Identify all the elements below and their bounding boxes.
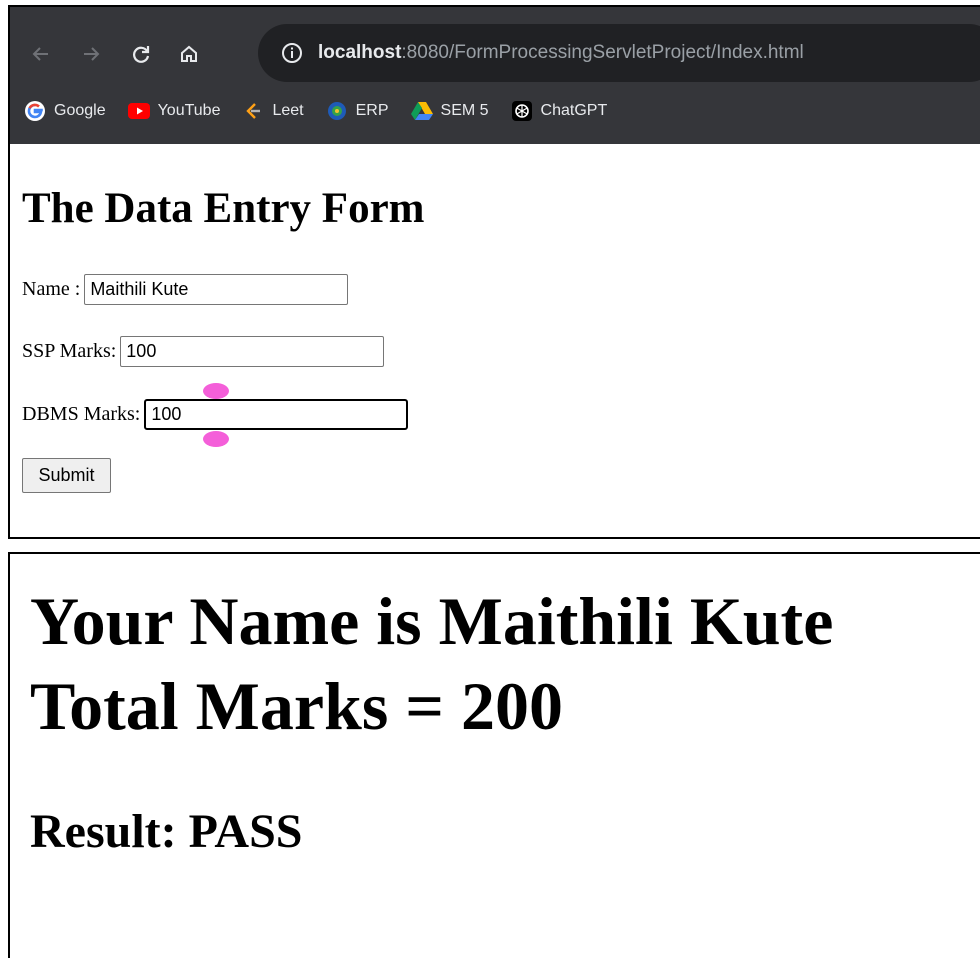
url-text[interactable]: localhost:8080/FormProcessingServletProj… (318, 24, 804, 82)
result-status-heading: Result: PASS (30, 805, 303, 858)
dbms-marks-label: DBMS Marks: (22, 403, 141, 425)
bookmark-label: SEM 5 (440, 102, 489, 119)
ssp-marks-input[interactable] (120, 336, 385, 367)
chatgpt-icon (511, 100, 533, 122)
ssp-marks-label: SSP Marks: (22, 340, 117, 362)
back-arrow-icon[interactable] (24, 37, 58, 71)
name-row: Name : (22, 274, 349, 305)
address-bar[interactable]: localhost:8080/FormProcessingServletProj… (258, 24, 980, 82)
selection-handle-top[interactable] (203, 383, 229, 399)
youtube-icon (127, 100, 150, 122)
google-icon (24, 100, 46, 122)
bookmark-label: YouTube (157, 102, 221, 119)
browser-window: localhost:8080/FormProcessingServletProj… (8, 5, 980, 539)
bookmark-youtube[interactable]: YouTube (127, 100, 221, 122)
bookmarks-bar: Google YouTube Leet ERP SEM 5 ChatGPT (24, 97, 629, 125)
name-label: Name : (22, 278, 81, 300)
name-input[interactable] (84, 274, 349, 305)
reload-icon[interactable] (124, 37, 158, 71)
bookmark-leet[interactable]: Leet (242, 100, 304, 122)
bookmark-chatgpt[interactable]: ChatGPT (511, 100, 608, 122)
bookmark-label: ERP (355, 102, 389, 119)
info-icon[interactable] (278, 39, 306, 67)
bookmark-sem5[interactable]: SEM 5 (410, 100, 489, 122)
url-host: localhost (318, 42, 402, 63)
google-drive-icon (410, 100, 433, 122)
selection-handle-bottom[interactable] (203, 431, 229, 447)
bookmark-erp[interactable]: ERP (326, 100, 389, 122)
browser-toolbar: localhost:8080/FormProcessingServletProj… (10, 7, 980, 144)
dbms-marks-input[interactable] (144, 399, 409, 430)
result-name-heading: Your Name is Maithili Kute (30, 583, 834, 659)
leetcode-icon (242, 100, 264, 122)
bookmark-google[interactable]: Google (24, 100, 106, 122)
forward-arrow-icon[interactable] (74, 37, 108, 71)
erp-icon (326, 100, 348, 122)
bookmark-label: Google (54, 102, 106, 119)
bookmark-label: ChatGPT (540, 102, 608, 119)
result-page: Your Name is Maithili Kute Total Marks =… (8, 552, 980, 958)
page-title: The Data Entry Form (22, 185, 425, 232)
dbms-row: DBMS Marks: (22, 399, 409, 430)
home-icon[interactable] (172, 37, 206, 71)
url-path: :8080/FormProcessingServletProject/Index… (401, 42, 804, 63)
result-total-heading: Total Marks = 200 (30, 668, 564, 744)
ssp-row: SSP Marks: (22, 336, 385, 367)
bookmark-label: Leet (272, 102, 304, 119)
submit-button[interactable]: Submit (22, 458, 111, 493)
